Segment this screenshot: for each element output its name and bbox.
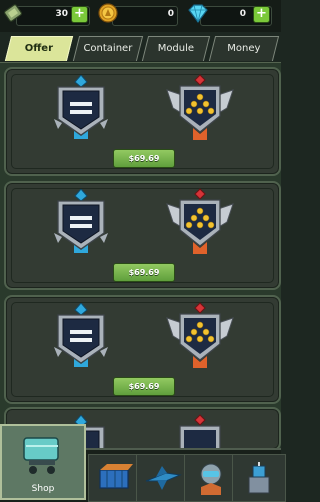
rank-badge-bars-icon <box>54 303 108 367</box>
tower-icon <box>248 462 270 494</box>
ticket-value: 30 <box>55 9 68 19</box>
tab-money[interactable]: Money <box>208 36 280 61</box>
offers-list[interactable]: $69.69 $69.69 $69.69 <box>0 62 281 451</box>
buy-offer-button[interactable]: $69.69 <box>113 263 175 282</box>
offer-card: $69.69 <box>4 181 281 290</box>
offer-card: $69.69 <box>4 295 281 404</box>
pilot-icon <box>200 463 222 495</box>
top-resource-bar: 30 + 0 0 + <box>0 0 281 32</box>
tab-container[interactable]: Container <box>72 36 144 61</box>
nav-shop[interactable]: Shop <box>0 424 86 500</box>
rank-badge-stars-icon <box>166 74 234 140</box>
tab-offer-label: Offer <box>24 43 54 54</box>
aircraft-icon <box>145 466 182 490</box>
rank-badge-stars-icon <box>179 414 221 449</box>
rank-badge-stars-icon <box>166 188 234 254</box>
rank-badge-bars-icon <box>54 75 108 139</box>
tab-money-label: Money <box>227 43 261 54</box>
nav-pilot[interactable] <box>184 454 238 502</box>
nav-aircraft[interactable] <box>136 454 190 502</box>
ticket-icon <box>4 4 22 22</box>
gold-coin-icon <box>98 3 118 23</box>
nav-tower[interactable] <box>232 454 286 502</box>
tab-container-label: Container <box>83 43 133 54</box>
tab-module[interactable]: Module <box>141 36 211 61</box>
gem-value: 0 <box>239 9 246 19</box>
tab-module-label: Module <box>157 43 195 54</box>
container-icon <box>99 464 133 489</box>
rank-badge-bars-icon <box>54 189 108 253</box>
bottom-navigation: Shop <box>0 424 286 502</box>
buy-gems-button[interactable]: + <box>253 6 270 23</box>
coin-value: 0 <box>167 9 174 19</box>
shop-cart-icon <box>23 437 59 474</box>
blue-diamond-icon <box>188 4 208 23</box>
buy-offer-button[interactable]: $69.69 <box>113 377 175 396</box>
nav-shop-label: Shop <box>31 484 55 494</box>
offer-card: $69.69 <box>4 67 281 176</box>
buy-offer-button[interactable]: $69.69 <box>113 149 175 168</box>
nav-container[interactable] <box>88 454 142 502</box>
rank-badge-stars-icon <box>166 302 234 368</box>
tab-offer[interactable]: Offer <box>4 36 74 61</box>
shop-tabs: Offer Container Module Money <box>0 32 281 64</box>
buy-tickets-button[interactable]: + <box>71 6 88 23</box>
